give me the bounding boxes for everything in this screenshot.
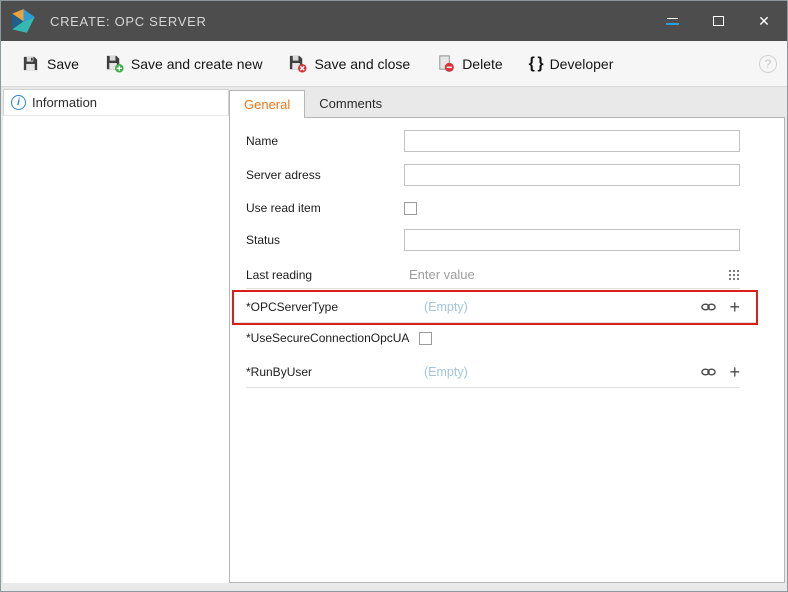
developer-icon: { } (529, 55, 543, 73)
server-address-input[interactable] (404, 164, 740, 186)
link-record-icon[interactable] (700, 301, 717, 313)
delete-button[interactable]: Delete (426, 48, 512, 79)
link-record-icon[interactable] (700, 366, 717, 378)
developer-label: Developer (550, 56, 614, 72)
information-panel-body (3, 116, 229, 583)
save-and-close-button[interactable]: Save and close (278, 48, 420, 79)
form-row-use-secure-connection: *UseSecureConnectionOpcUA (246, 326, 740, 350)
form-row-server-address: Server adress (246, 162, 740, 188)
form-row-last-reading: Last reading Enter value (246, 261, 740, 289)
maximize-icon (713, 16, 724, 26)
titlebar: CREATE: OPC SERVER ✕ (1, 1, 787, 41)
use-secure-connection-checkbox[interactable] (419, 332, 432, 345)
save-button[interactable]: Save (11, 48, 89, 79)
info-icon: i (11, 95, 26, 110)
window-title: CREATE: OPC SERVER (50, 14, 207, 29)
run-by-user-label: *RunByUser (246, 365, 404, 379)
status-label: Status (246, 233, 404, 247)
developer-button[interactable]: { } Developer (519, 49, 624, 79)
add-record-icon[interactable]: + (729, 298, 740, 316)
run-by-user-value[interactable]: (Empty) (404, 365, 468, 379)
minimize-button[interactable] (649, 1, 695, 41)
form-panel: Name Server adress Use read item Status (229, 117, 785, 583)
save-and-create-new-label: Save and create new (131, 56, 263, 72)
tab-general[interactable]: General (229, 90, 305, 118)
name-input[interactable] (404, 130, 740, 152)
use-secure-connection-label: *UseSecureConnectionOpcUA (246, 331, 419, 345)
information-panel: i Information (3, 89, 229, 583)
form-row-run-by-user: *RunByUser (Empty) + (246, 357, 740, 388)
opc-server-type-label: *OPCServerType (246, 300, 404, 314)
app-window: CREATE: OPC SERVER ✕ Save (0, 0, 788, 592)
form-row-opc-server-type: *OPCServerType (Empty) + (234, 292, 756, 323)
use-read-item-checkbox[interactable] (404, 202, 417, 215)
help-button[interactable]: ? (759, 55, 777, 73)
close-icon: ✕ (758, 14, 770, 28)
server-address-label: Server adress (246, 168, 404, 182)
opc-server-type-value[interactable]: (Empty) (404, 300, 468, 314)
window-controls: ✕ (649, 1, 787, 41)
form-row-status: Status (246, 227, 740, 253)
main-column: General Comments Name Server adress Use … (229, 89, 785, 583)
app-logo-icon (10, 8, 37, 35)
maximize-button[interactable] (695, 1, 741, 41)
value-picker-grid-icon[interactable] (728, 269, 740, 281)
information-tab-label: Information (32, 95, 97, 110)
save-and-create-new-button[interactable]: Save and create new (95, 48, 273, 79)
save-create-new-icon (105, 54, 124, 73)
tab-comments[interactable]: Comments (305, 90, 396, 117)
save-close-icon (288, 54, 307, 73)
minimize-accent (666, 23, 679, 25)
save-icon (21, 54, 40, 73)
status-input[interactable] (404, 229, 740, 251)
name-label: Name (246, 134, 404, 148)
close-button[interactable]: ✕ (741, 1, 787, 41)
toolbar: Save Save and create new Save and close (1, 41, 787, 87)
delete-icon (436, 54, 455, 73)
help-icon: ? (765, 57, 772, 71)
tabstrip: General Comments (229, 89, 785, 117)
save-label: Save (47, 56, 79, 72)
content-area: i Information General Comments Name Serv… (1, 87, 787, 591)
last-reading-placeholder[interactable]: Enter value (404, 267, 475, 282)
save-and-close-label: Save and close (314, 56, 410, 72)
form-row-use-read-item: Use read item (246, 196, 740, 220)
minimize-icon (667, 18, 678, 19)
last-reading-label: Last reading (246, 268, 404, 282)
use-read-item-label: Use read item (246, 201, 404, 215)
tab-information[interactable]: i Information (3, 89, 229, 116)
delete-label: Delete (462, 56, 502, 72)
form-row-name: Name (246, 128, 740, 154)
add-record-icon[interactable]: + (729, 363, 740, 381)
